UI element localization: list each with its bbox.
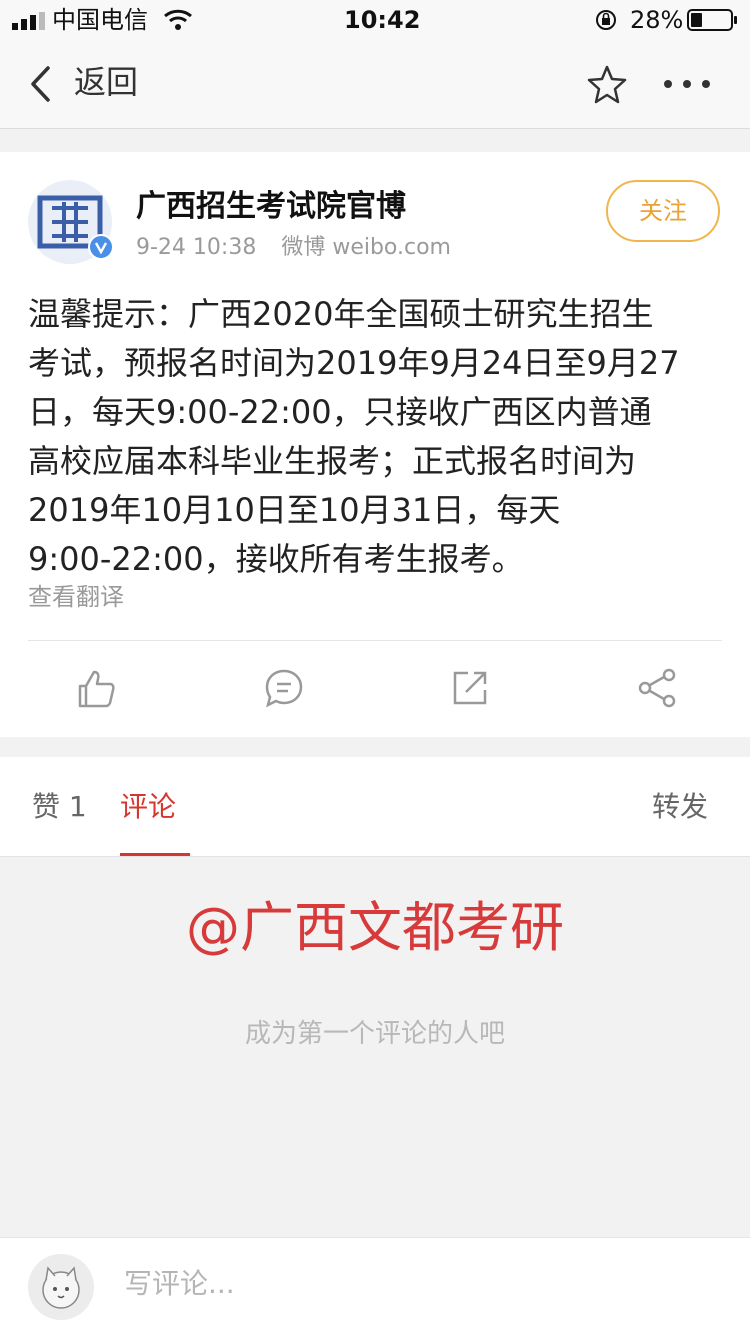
comment-icon[interactable] xyxy=(262,666,306,710)
back-button[interactable]: 返回 xyxy=(74,62,138,102)
post-card: 广西招生考试院官博 9-24 10:38 微博 weibo.com 关注 温馨提… xyxy=(0,152,750,737)
repost-icon[interactable] xyxy=(448,666,492,710)
more-icon[interactable] xyxy=(662,78,712,90)
star-icon[interactable] xyxy=(586,64,628,104)
author-name[interactable]: 广西招生考试院官博 xyxy=(136,188,406,226)
comment-input[interactable]: 写评论... xyxy=(124,1266,235,1302)
cat-avatar-icon xyxy=(42,1266,80,1309)
mention-watermark: @广西文都考研 xyxy=(186,896,564,959)
comments-area: @广西文都考研 成为第一个评论的人吧 xyxy=(0,857,750,1237)
empty-comments-text: 成为第一个评论的人吧 xyxy=(244,1019,505,1049)
post-source: 微博 weibo.com xyxy=(281,235,451,260)
tab-comments[interactable]: 评论 xyxy=(120,789,176,825)
user-avatar[interactable] xyxy=(28,1254,94,1320)
navigation-bar: 返回 xyxy=(0,40,750,129)
clock: 10:42 xyxy=(344,6,421,34)
battery-icon xyxy=(687,9,737,31)
comment-composer: 写评论... xyxy=(0,1237,750,1335)
post-text: 温馨提示：广西2020年全国硕士研究生招生 考试，预报名时间为2019年9月24… xyxy=(28,295,680,578)
carrier-label: 中国电信 xyxy=(52,6,148,34)
wifi-icon xyxy=(164,9,192,30)
share-icon[interactable] xyxy=(636,666,680,710)
interaction-tabs: 赞 1 评论 转发 xyxy=(0,757,750,857)
active-tab-indicator xyxy=(120,853,190,856)
verified-badge-icon xyxy=(88,234,114,260)
divider xyxy=(28,640,722,641)
translate-link[interactable]: 查看翻译 xyxy=(28,582,124,612)
post-date: 9-24 10:38 xyxy=(136,235,257,260)
status-bar: 中国电信 10:42 28% xyxy=(0,0,750,40)
battery-percent: 28% xyxy=(630,6,684,34)
orientation-lock-icon xyxy=(596,10,616,30)
post-meta: 9-24 10:38 微博 weibo.com xyxy=(136,234,451,262)
tab-likes[interactable]: 赞 1 xyxy=(32,789,87,825)
signal-icon xyxy=(12,12,45,30)
like-icon[interactable] xyxy=(74,666,118,710)
back-chevron-icon[interactable] xyxy=(28,66,52,102)
tab-reposts[interactable]: 转发 xyxy=(652,789,708,825)
follow-button[interactable]: 关注 xyxy=(606,180,720,242)
